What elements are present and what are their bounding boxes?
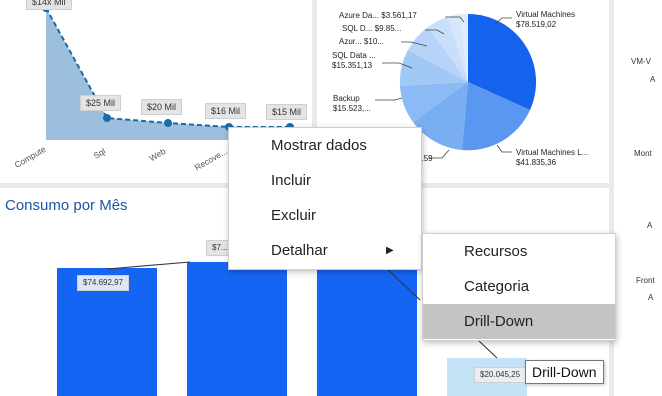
pie-label-virtual-machines-l: Virtual Machines L... $41.835,36	[516, 148, 589, 167]
pie-label-sql-d: SQL D... $9.85...	[342, 24, 402, 33]
right-label-vm: VM-V	[631, 57, 651, 66]
submenu: Recursos Categoria Drill-Down	[422, 233, 616, 341]
right-panel: VM-V A Mont A Front A	[614, 0, 662, 396]
data-label-last: $15 Mil	[266, 104, 308, 120]
right-label-a3: A	[648, 293, 654, 302]
data-label-web: $20 Mil	[141, 99, 183, 115]
right-label-a1: A	[650, 75, 656, 84]
context-menu: Mostrar dados Incluir Excluir Detalhar ▶	[228, 127, 422, 270]
submenu-item-categoria[interactable]: Categoria	[423, 269, 615, 304]
pie-label-azure-da: Azure Da... $3.561,17	[339, 11, 417, 20]
submenu-item-recursos[interactable]: Recursos	[423, 234, 615, 269]
pie-label-backup: Backup $15.523,...	[333, 94, 371, 113]
menu-item-detalhar-label: Detalhar	[271, 242, 328, 259]
menu-item-incluir[interactable]: Incluir	[229, 163, 421, 198]
right-label-mont: Mont	[634, 149, 652, 158]
data-label-recove: $16 Mil	[205, 103, 247, 119]
pie-label-virtual-machines: Virtual Machines $78.519,02	[516, 10, 575, 29]
menu-item-mostrar-dados[interactable]: Mostrar dados	[229, 128, 421, 163]
data-label-sql: $25 Mil	[80, 95, 122, 111]
pie-label-azur: Azur... $10...	[339, 37, 384, 46]
pie-label-sql-data: SQL Data ... $15.351,13	[332, 51, 376, 70]
drill-down-tooltip: Drill-Down	[525, 360, 604, 384]
menu-item-detalhar[interactable]: Detalhar ▶	[229, 233, 421, 268]
menu-item-excluir[interactable]: Excluir	[229, 198, 421, 233]
submenu-arrow-icon: ▶	[386, 245, 394, 256]
right-label-a2: A	[647, 221, 653, 230]
submenu-item-drill-down[interactable]: Drill-Down	[423, 304, 615, 339]
point-sql	[103, 114, 111, 122]
top-value-label: $14x Mil	[26, 0, 72, 10]
point-web	[164, 119, 172, 127]
right-label-front: Front	[636, 276, 655, 285]
